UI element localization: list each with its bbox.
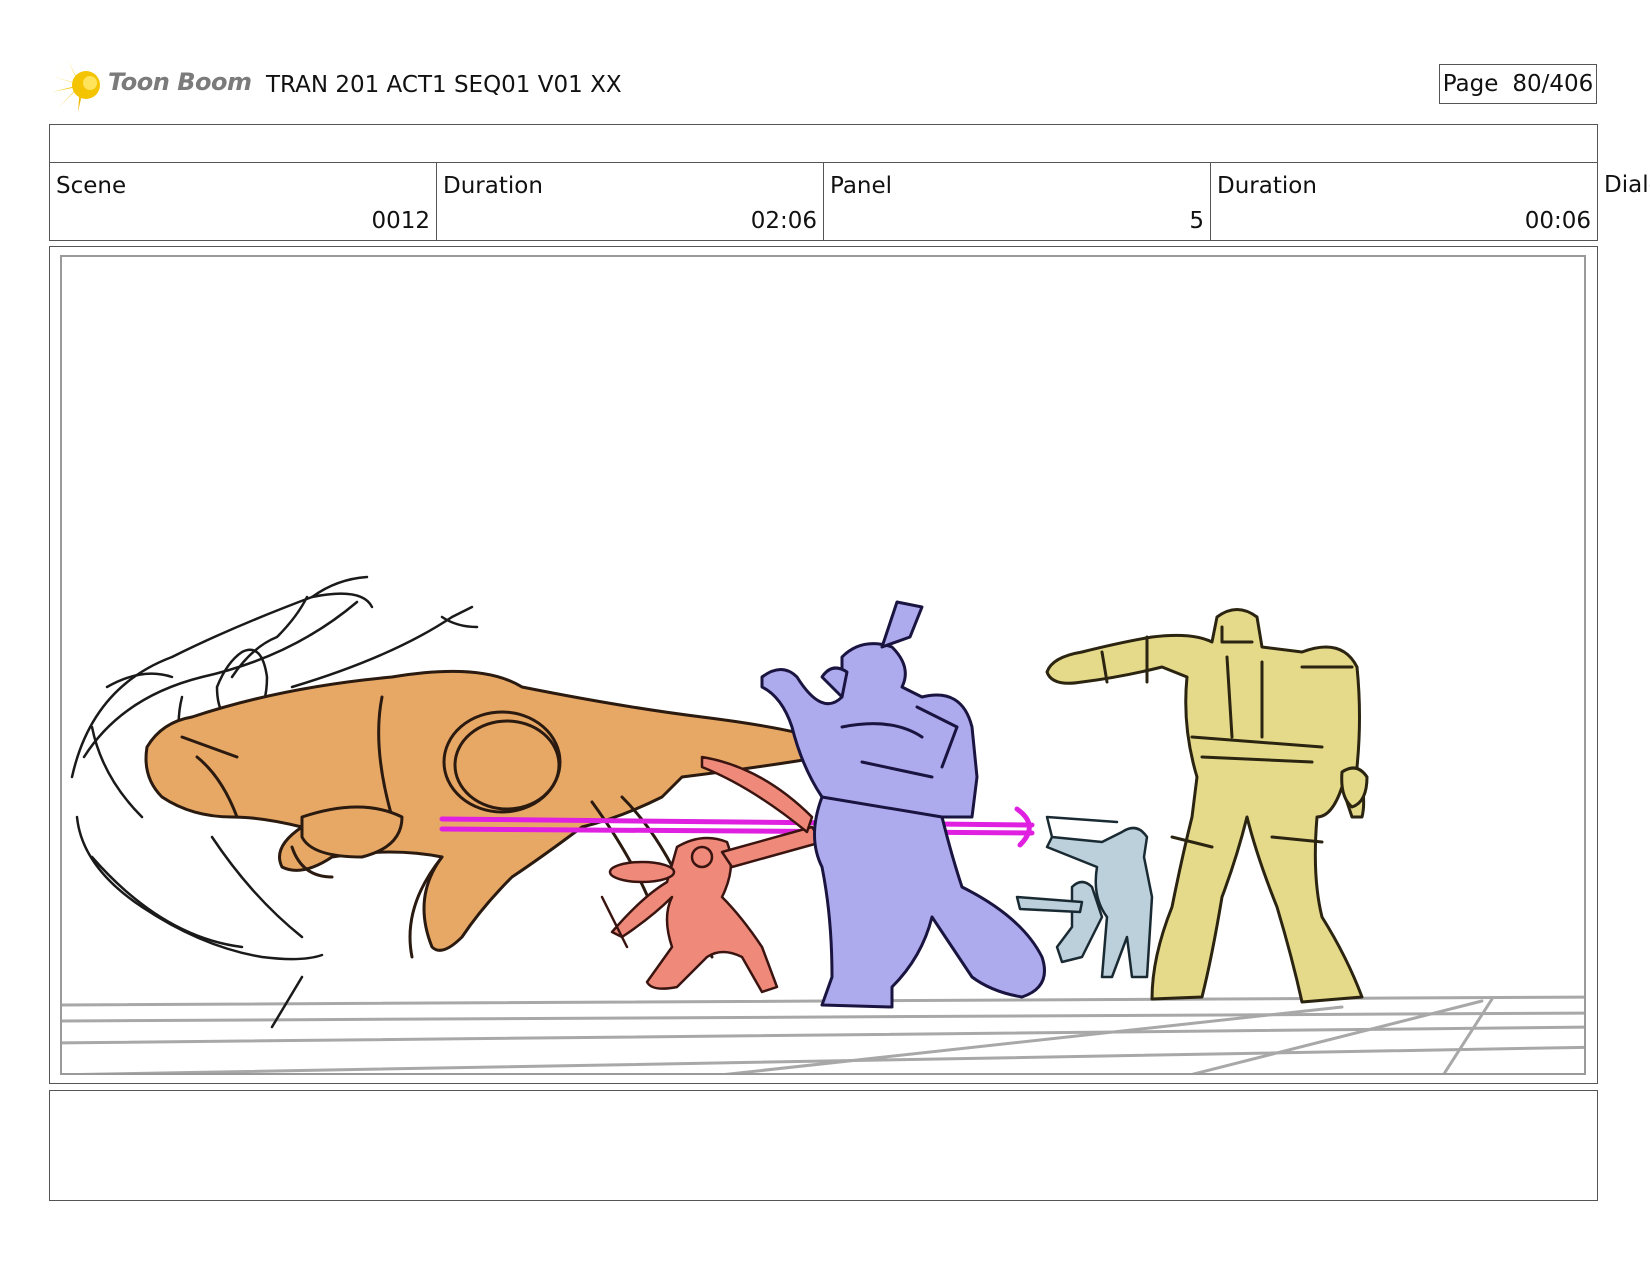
panel-duration-value: 00:06 xyxy=(1524,208,1591,234)
scene-duration-label: Duration xyxy=(443,173,543,199)
logo-text: Toon Boom xyxy=(108,68,252,96)
page-label: Page xyxy=(1442,71,1499,97)
header-bar xyxy=(49,124,1598,163)
panel-label: Panel xyxy=(830,173,893,199)
dialog-label: Dialog xyxy=(1604,172,1650,198)
document-title: TRAN 201 ACT1 SEQ01 V01 XX xyxy=(266,72,622,98)
storyboard-panel xyxy=(60,255,1586,1075)
yellow-robot xyxy=(1045,608,1369,1004)
panel-duration-label: Duration xyxy=(1217,173,1317,199)
page-indicator: Page 80/406 xyxy=(1439,64,1597,104)
info-bar: Scene 0012 Duration 02:06 Panel 5 Durati… xyxy=(49,162,1598,241)
scene-duration-value: 02:06 xyxy=(750,208,817,234)
toon-boom-logo-icon xyxy=(52,60,100,112)
toon-boom-logo: Toon Boom xyxy=(52,58,252,112)
purple-robot xyxy=(760,600,1046,1009)
floor-grid xyxy=(62,995,1584,1073)
panel-notes-box xyxy=(49,1090,1598,1201)
scene-value: 0012 xyxy=(371,208,430,234)
panel-duration-cell: Duration 00:06 xyxy=(1211,163,1597,240)
scene-label: Scene xyxy=(56,173,127,199)
scene-cell: Scene 0012 xyxy=(50,163,437,240)
panel-value: 5 xyxy=(1189,208,1204,234)
page-number: 80/406 xyxy=(1512,71,1594,97)
scene-duration-cell: Duration 02:06 xyxy=(437,163,824,240)
storyboard-sketch xyxy=(62,575,1584,1073)
panel-cell: Panel 5 xyxy=(824,163,1211,240)
